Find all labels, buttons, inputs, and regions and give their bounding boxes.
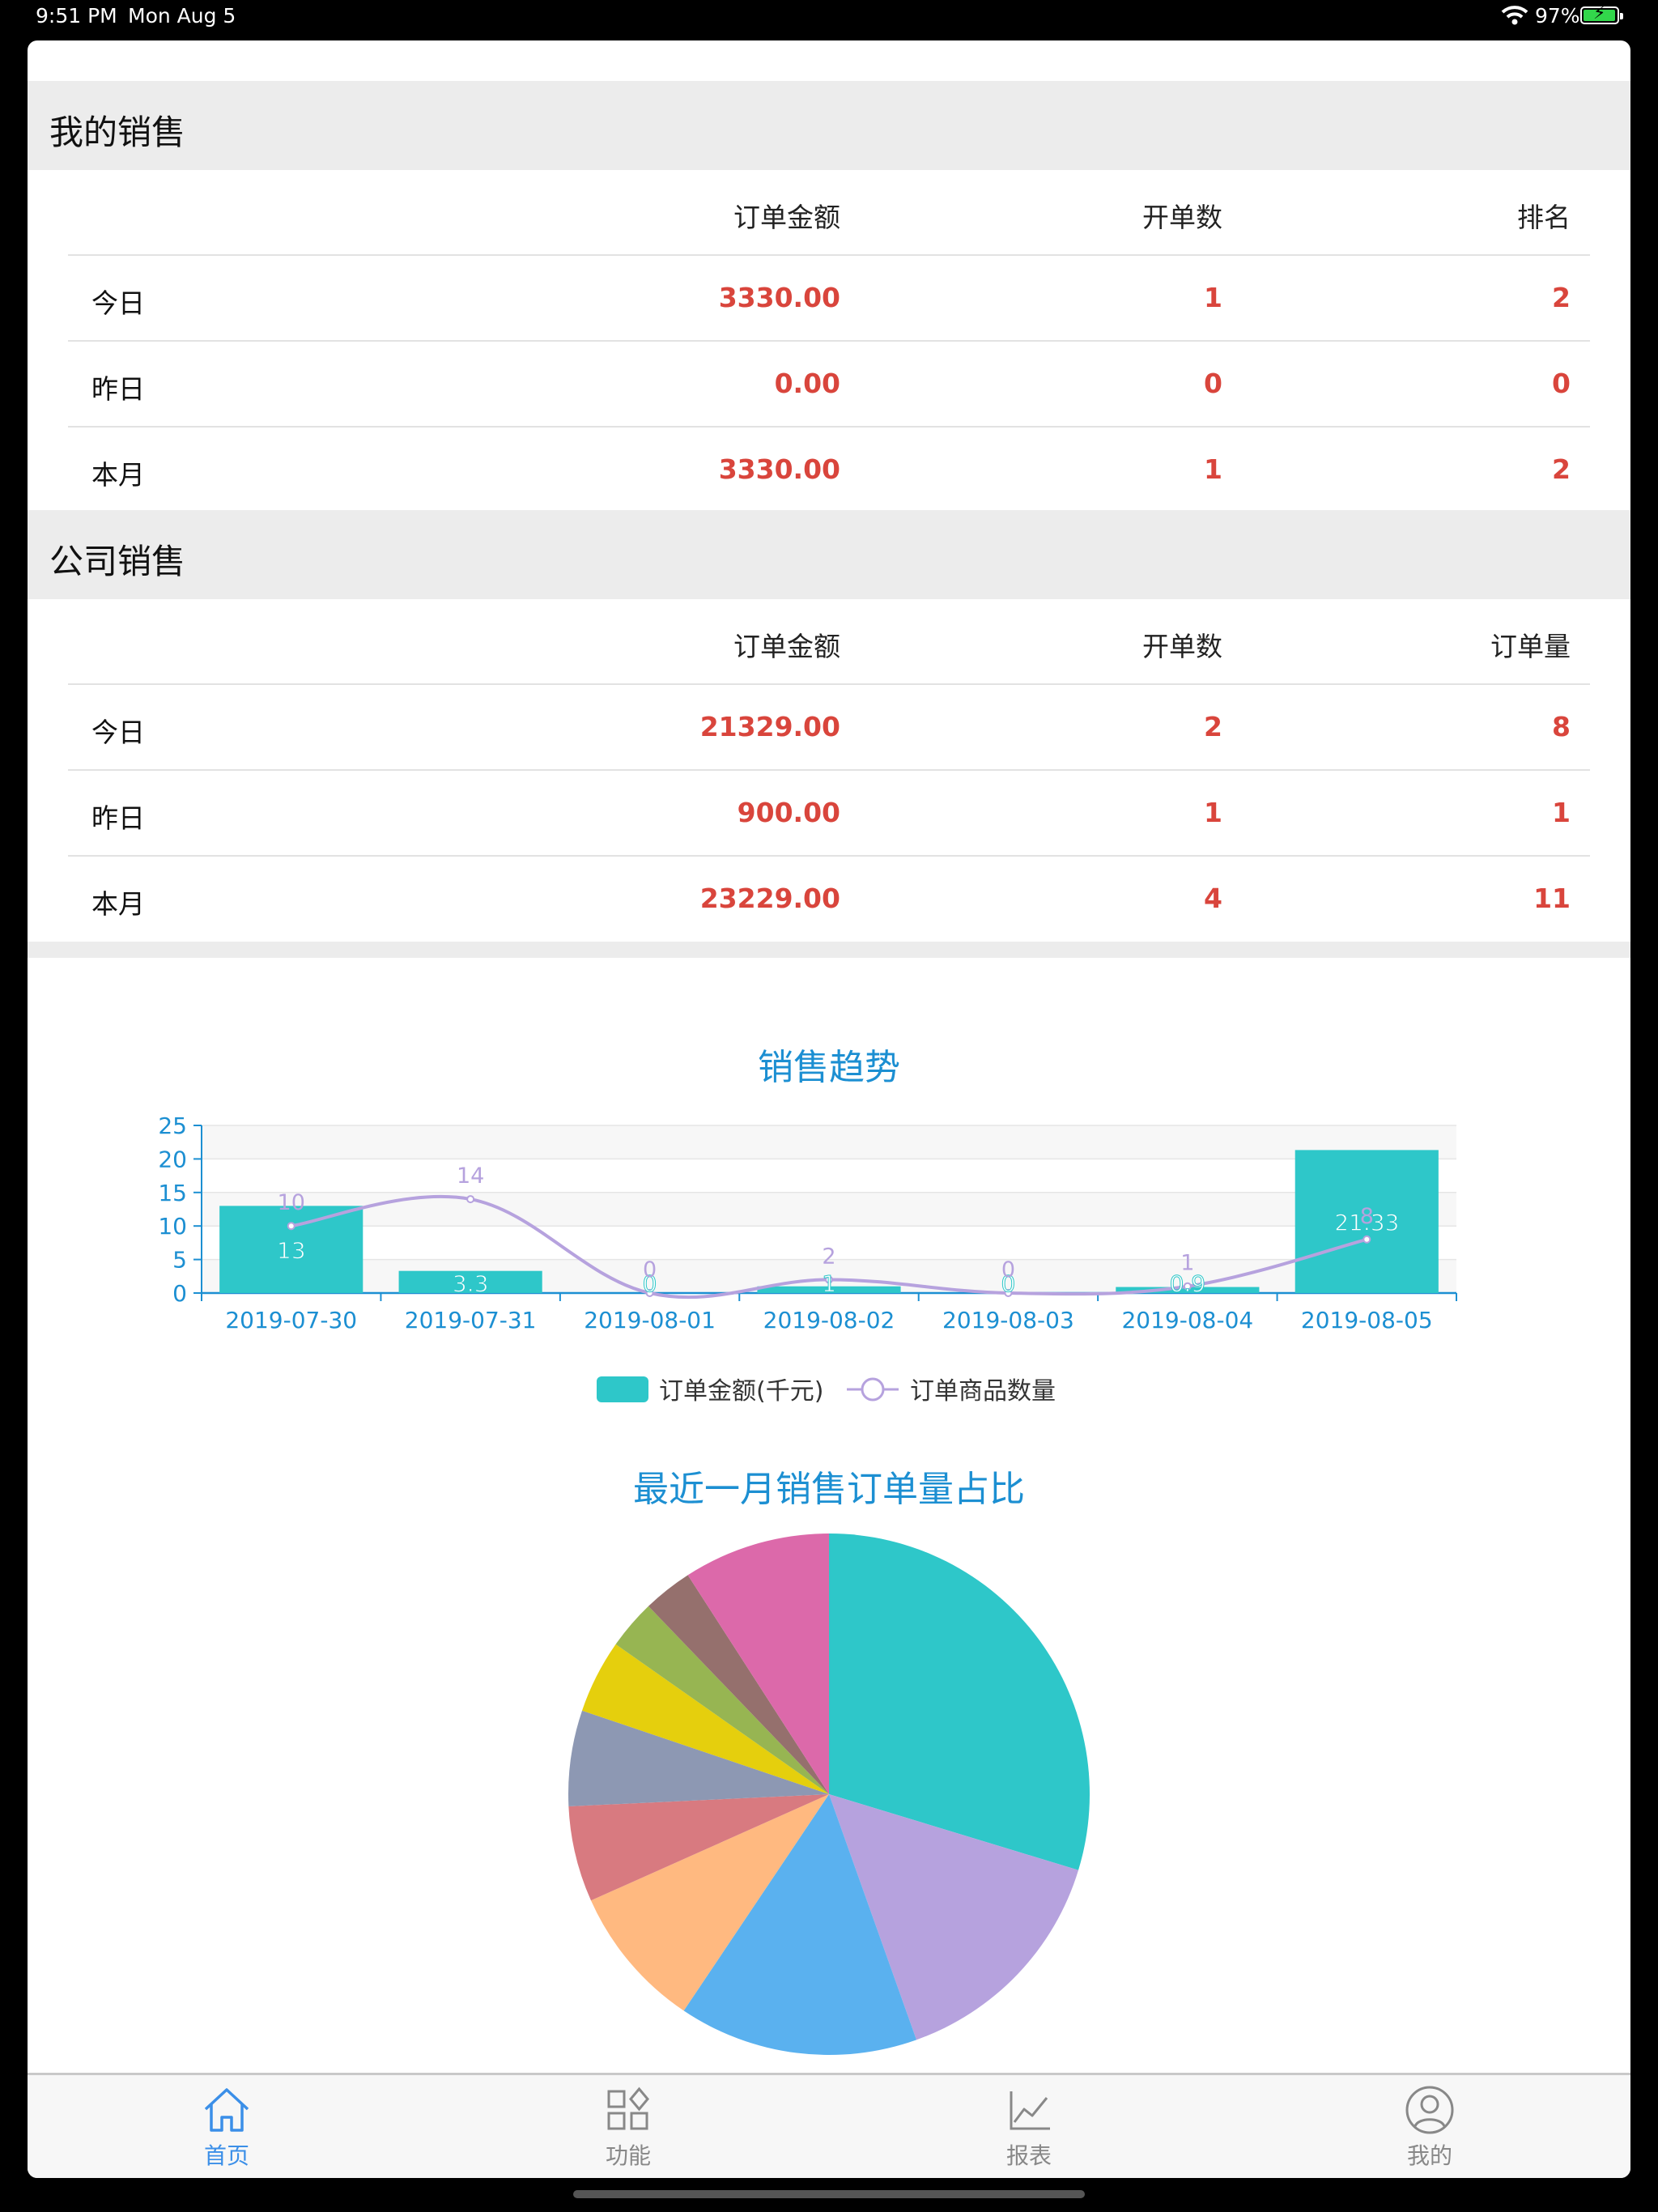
bar-data-label: 3.3 [453,1270,489,1297]
y-tick-label: 10 [158,1213,187,1240]
order-count: 1 [1204,453,1222,485]
tab-bar: 首页 功能 报表 我的 [28,2073,1630,2178]
legend-label: 订单金额(千元) [659,1377,823,1406]
column-header: 排名 [1517,202,1571,233]
line-data-label: 8 [1360,1204,1374,1229]
order-quantity: 11 [1533,883,1571,914]
column-header: 订单金额 [733,631,840,662]
row-label: 今日 [91,717,145,748]
line-data-label: 14 [457,1163,484,1189]
rank: 0 [1552,368,1571,399]
order-count: 4 [1204,883,1222,914]
charts-area: 销售趋势05101520252019-07-30 2019-07-31 2019-0… [158,1047,1457,2055]
tab-label: 首页 [203,2142,249,2169]
grid-band [202,1125,1456,1159]
table-header-row: 订单金额 开单数 订单量 [68,599,1590,685]
x-tick-label: 2019-08-02 [763,1307,895,1334]
my-sales-header: 我的销售 [28,81,1630,170]
legend-swatch-marker [861,1377,885,1402]
table-row[interactable]: 今日 3330.00 1 2 [68,256,1590,342]
order-count: 0 [1204,368,1222,399]
x-tick-label: 2019-07-31 [405,1307,537,1334]
my-sales-title: 我的销售 [49,113,186,152]
x-tick-label: 2019-08-01 [584,1307,716,1334]
bar-data-label: 1 [822,1270,836,1297]
grid-icon [607,2087,649,2130]
order-amount: 23229.00 [699,883,840,914]
y-tick-label: 25 [158,1112,187,1139]
y-tick-label: 20 [158,1146,187,1172]
company-sales-header: 公司销售 [28,510,1630,599]
x-tick-label: 2019-08-03 [942,1307,1074,1334]
tab-label: 功能 [605,2142,651,2169]
y-tick-label: 15 [158,1180,187,1206]
table-row[interactable]: 本月 3330.00 1 2 [68,428,1590,512]
line-point [466,1195,475,1204]
battery-percent: 97% [1535,4,1580,28]
company-sales-title: 公司销售 [49,542,186,581]
home-icon [204,2088,249,2132]
order-count: 1 [1204,282,1222,313]
column-header: 订单量 [1490,631,1571,662]
grid-band [202,1192,1456,1227]
x-tick-label: 2019-08-05 [1301,1307,1433,1334]
chart-title: 最近一月销售订单量占比 [633,1469,1025,1510]
wifi-icon [1501,5,1528,31]
user-icon [1405,2086,1454,2134]
row-label: 昨日 [91,802,145,834]
table-row[interactable]: 今日 21329.00 2 8 [68,685,1590,771]
line-point [287,1222,295,1231]
y-tick-label: 5 [172,1247,187,1274]
order-amount: 900.00 [737,797,840,828]
x-tick-label: 2019-08-04 [1121,1307,1253,1334]
column-header: 订单金额 [733,202,840,233]
table-row[interactable]: 昨日 900.00 1 1 [68,771,1590,857]
order-amount: 21329.00 [699,711,840,742]
order-amount: 3330.00 [718,453,840,485]
status-time: 9:51 PM [36,4,117,28]
section-divider [28,942,1630,958]
column-header: 开单数 [1142,202,1222,233]
order-amount: 0.00 [774,368,840,399]
tab-label: 报表 [1005,2142,1052,2169]
table-header-row: 订单金额 开单数 排名 [68,170,1590,256]
row-label: 今日 [91,287,145,319]
column-header: 开单数 [1142,631,1222,662]
rank: 2 [1552,282,1571,313]
home-indicator [573,2190,1085,2198]
battery-icon: ⚡ [1580,3,1623,24]
chart-title: 销售趋势 [758,1047,900,1088]
table-row[interactable]: 本月 23229.00 4 11 [68,857,1590,941]
tab-mine[interactable]: 我的 [1365,2085,1494,2174]
bar-data-label: 13 [277,1237,306,1264]
line-chart-icon [1010,2091,1050,2130]
line-data-label: 1 [1180,1251,1194,1276]
order-quantity: 1 [1552,797,1571,828]
legend-swatch-bar [597,1376,648,1402]
order-count: 1 [1204,797,1222,828]
legend-label: 订单商品数量 [910,1377,1056,1406]
tab-home[interactable]: 首页 [162,2085,291,2174]
table-row[interactable]: 昨日 0.00 0 0 [68,342,1590,428]
tab-label: 我的 [1406,2142,1452,2169]
line-data-label: 0 [1001,1257,1015,1283]
line-point [1363,1235,1371,1244]
tab-functions[interactable]: 功能 [563,2085,693,2174]
status-bar: 9:51 PM Mon Aug 5 97% ⚡ [0,0,1658,39]
y-tick-label: 0 [172,1280,187,1307]
status-date: Mon Aug 5 [128,4,236,28]
line-data-label: 10 [278,1190,305,1215]
app-window: 我的销售 订单金额 开单数 排名 今日 3330.00 1 2 昨日 0.00 … [28,40,1630,2178]
row-label: 本月 [91,459,145,491]
line-data-label: 2 [822,1244,835,1269]
line-data-label: 0 [643,1257,657,1283]
tab-reports[interactable]: 报表 [964,2085,1094,2174]
x-tick-label: 2019-07-30 [225,1307,357,1334]
order-count: 2 [1204,711,1222,742]
rank: 2 [1552,453,1571,485]
row-label: 昨日 [91,373,145,405]
order-amount: 3330.00 [718,282,840,313]
order-quantity: 8 [1552,711,1571,742]
row-label: 本月 [91,888,145,920]
